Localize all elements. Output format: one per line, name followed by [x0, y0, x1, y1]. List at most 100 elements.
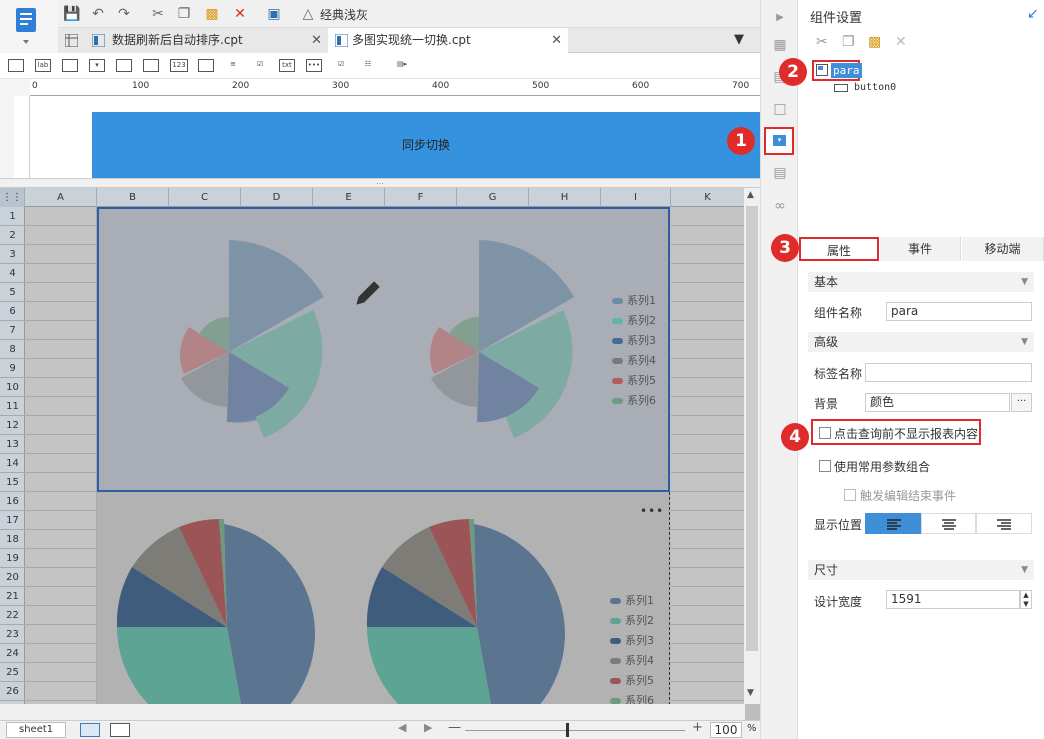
tag-name-input[interactable] [865, 363, 1032, 382]
row-header[interactable]: 26 [0, 682, 25, 701]
row-header[interactable]: 18 [0, 530, 25, 549]
textbox-widget-icon[interactable] [62, 59, 78, 72]
row-header[interactable]: 19 [0, 549, 25, 568]
row-header[interactable]: 9 [0, 359, 25, 378]
row-header[interactable]: 20 [0, 568, 25, 587]
common-params-checkbox[interactable] [819, 460, 831, 472]
delete-icon[interactable]: ✕ [895, 34, 907, 50]
cell-element-icon[interactable]: ▦ [770, 35, 790, 55]
tab-properties[interactable]: 属性 [799, 237, 879, 261]
column-header[interactable]: F [385, 188, 457, 207]
condition-attr-icon[interactable]: ▤ [770, 163, 790, 183]
lab-widget-icon[interactable]: lab [35, 59, 51, 72]
rose-chart-cell[interactable]: 系列1 系列2 系列3 系列4 系列5 系列6 [97, 207, 670, 492]
row-header[interactable]: 13 [0, 435, 25, 454]
row-header[interactable]: 6 [0, 302, 25, 321]
row-header[interactable]: 24 [0, 644, 25, 663]
hide-before-query-checkbox[interactable] [819, 427, 831, 439]
scroll-up-icon[interactable]: ▲ [747, 190, 754, 200]
paste-icon[interactable]: ▩ [868, 34, 881, 50]
row-header[interactable]: 17 [0, 511, 25, 530]
more-options-icon[interactable]: ••• [640, 504, 664, 518]
row-header[interactable]: 12 [0, 416, 25, 435]
row-header[interactable]: 8 [0, 340, 25, 359]
horizontal-scrollbar[interactable] [0, 704, 745, 720]
tab-events[interactable]: 事件 [880, 237, 961, 261]
background-more-button[interactable]: ··· [1011, 393, 1032, 412]
tab-menu-icon[interactable]: ▼ [734, 32, 744, 47]
widget-settings-tab[interactable]: ▾ [764, 127, 794, 155]
copy-icon[interactable]: ❐ [175, 5, 193, 23]
background-input[interactable]: 颜色 [865, 393, 1010, 412]
column-a-cells[interactable] [25, 207, 97, 720]
row-header[interactable]: 11 [0, 397, 25, 416]
checkbox-group-icon[interactable]: ☑ [252, 59, 268, 72]
column-header[interactable]: G [457, 188, 529, 207]
copy-icon[interactable]: ❐ [842, 34, 855, 50]
section-basic[interactable]: 基本 ▼ [808, 272, 1034, 292]
txt-widget-icon[interactable]: txt [279, 59, 295, 72]
radio-group-icon[interactable]: ≡ [225, 59, 241, 72]
date-widget-icon[interactable] [143, 59, 159, 72]
align-center-button[interactable] [921, 513, 976, 534]
select-all-corner[interactable]: ⋮⋮ [0, 188, 25, 207]
parameter-panel[interactable]: 同步切换 [92, 112, 760, 178]
row-header[interactable]: 1 [0, 207, 25, 226]
row-header[interactable]: 23 [0, 625, 25, 644]
zoom-input[interactable]: 100 [710, 722, 742, 738]
row-header[interactable]: 2 [0, 226, 25, 245]
shirt-icon[interactable]: △ [299, 5, 317, 23]
vertical-scrollbar[interactable]: ▲ ▼ [744, 188, 760, 704]
row-header[interactable]: 25 [0, 663, 25, 682]
tab-file-1[interactable]: 数据刷新后自动排序.cpt ✕ [58, 28, 328, 53]
column-header[interactable]: I [601, 188, 671, 207]
widget-name-input[interactable]: para [886, 302, 1032, 321]
trigger-edit-checkbox[interactable] [844, 489, 856, 501]
redo-icon[interactable]: ↷ [115, 5, 133, 23]
row-header[interactable]: 22 [0, 606, 25, 625]
section-size[interactable]: 尺寸 ▼ [808, 560, 1034, 580]
save-icon[interactable]: 💾 [63, 5, 81, 23]
report-logo-icon[interactable] [0, 0, 58, 53]
splitter-handle[interactable]: ... [0, 178, 760, 188]
column-header[interactable]: C [169, 188, 241, 207]
row-header[interactable]: 10 [0, 378, 25, 397]
delete-icon[interactable]: ✕ [231, 5, 249, 23]
cut-icon[interactable]: ✂ [149, 5, 167, 23]
more-widgets-icon[interactable]: ▤▸ [394, 59, 410, 72]
column-header[interactable]: D [241, 188, 313, 207]
theme-button[interactable]: 经典浅灰 [320, 6, 368, 23]
zoom-in-icon[interactable]: + [692, 720, 703, 735]
close-icon[interactable]: ✕ [311, 28, 322, 53]
scroll-thumb[interactable] [746, 206, 758, 651]
row-header[interactable]: 4 [0, 264, 25, 283]
width-stepper[interactable]: ▲ ▼ [1020, 590, 1032, 609]
row-header[interactable]: 5 [0, 283, 25, 302]
combo-widget-icon[interactable] [116, 59, 132, 72]
sheet-tab[interactable]: sheet1 [6, 722, 66, 738]
column-header[interactable]: H [529, 188, 601, 207]
pie-chart-cell[interactable]: ••• 系列1 系列2 系列3 系列4 系列5 系列6 [97, 492, 670, 720]
design-width-input[interactable]: 1591 [886, 590, 1020, 609]
column-header[interactable]: K [671, 188, 745, 207]
close-icon[interactable]: ✕ [551, 28, 562, 53]
password-widget-icon[interactable]: ••• [306, 59, 322, 72]
column-header[interactable]: E [313, 188, 385, 207]
align-left-button[interactable] [865, 513, 921, 534]
zoom-slider-handle[interactable] [566, 723, 569, 737]
hyperlink-icon[interactable]: ∞ [770, 196, 790, 216]
tab-mobile[interactable]: 移动端 [962, 237, 1044, 261]
float-element-icon[interactable]: □ [770, 99, 790, 119]
paste-icon[interactable]: ▩ [203, 5, 221, 23]
row-header[interactable]: 7 [0, 321, 25, 340]
collapse-arrow-icon[interactable]: ▶ [770, 8, 790, 28]
align-right-button[interactable] [976, 513, 1032, 534]
zoom-out-icon[interactable]: — [448, 720, 461, 735]
undo-icon[interactable]: ↶ [89, 5, 107, 23]
tab-file-2[interactable]: 多图实现统一切换.cpt ✕ [328, 28, 568, 53]
column-header[interactable]: B [97, 188, 169, 207]
row-header[interactable]: 21 [0, 587, 25, 606]
dock-icon[interactable]: ↙ [1027, 6, 1039, 22]
add-poly-sheet-icon[interactable] [110, 723, 130, 737]
zoom-slider[interactable] [465, 730, 685, 731]
